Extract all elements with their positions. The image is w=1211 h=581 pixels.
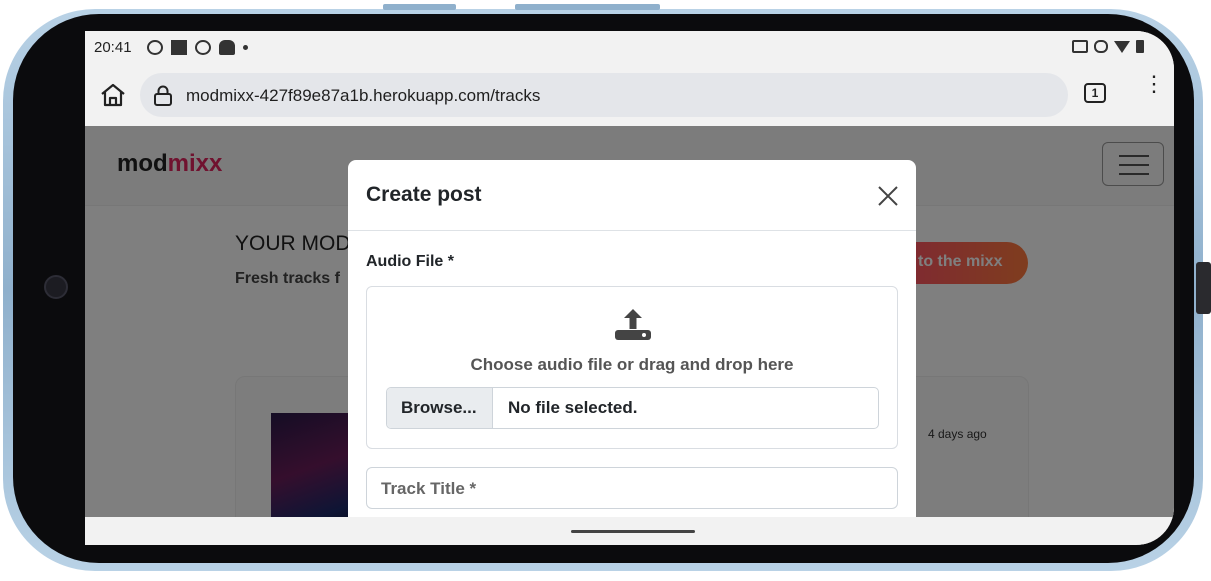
- notification-icon: [171, 40, 187, 55]
- audio-file-input[interactable]: Browse... No file selected.: [386, 387, 879, 429]
- cast-icon: [1072, 40, 1088, 53]
- battery-icon: [1136, 40, 1144, 53]
- audio-dropzone[interactable]: Choose audio file or drag and drop here …: [366, 286, 898, 449]
- create-post-modal: Create post Audio File * Choose audio fi…: [348, 160, 916, 545]
- side-button: [1196, 262, 1211, 314]
- modal-title: Create post: [366, 183, 482, 206]
- sync-icon: [195, 40, 211, 55]
- android-icon: [219, 40, 235, 55]
- volume-button: [383, 4, 456, 10]
- browser-toolbar: modmixx-427f89e87a1b.herokuapp.com/track…: [85, 64, 1174, 126]
- file-status-text: No file selected.: [508, 398, 638, 417]
- lock-icon[interactable]: [152, 84, 174, 106]
- home-icon[interactable]: [99, 82, 127, 108]
- home-gesture-bar[interactable]: [571, 530, 695, 533]
- power-button: [515, 4, 660, 10]
- system-icons: [1072, 40, 1144, 53]
- camera-lens: [44, 275, 68, 299]
- dropzone-text: Choose audio file or drag and drop here: [470, 355, 794, 374]
- address-bar[interactable]: modmixx-427f89e87a1b.herokuapp.com/track…: [140, 73, 1068, 117]
- more-icon[interactable]: ⋮: [1143, 73, 1165, 108]
- browse-button[interactable]: Browse...: [387, 388, 493, 428]
- status-bar: 20:41: [85, 31, 1174, 64]
- url-text[interactable]: modmixx-427f89e87a1b.herokuapp.com/track…: [186, 86, 540, 106]
- wifi-icon: [1114, 40, 1130, 53]
- system-nav-bar: [85, 517, 1174, 545]
- status-time: 20:41: [94, 39, 132, 56]
- track-title-input[interactable]: Track Title *: [366, 467, 898, 509]
- modal-header: Create post: [348, 160, 916, 231]
- more-notifications-icon: [243, 45, 248, 50]
- upload-icon: [615, 309, 651, 340]
- tabs-icon[interactable]: 1: [1084, 83, 1106, 103]
- audio-file-label: Audio File *: [366, 253, 454, 270]
- close-icon[interactable]: [877, 185, 899, 207]
- phone-screen: 20:41 modmixx-427f89e87a1b.herokuapp.com…: [85, 31, 1174, 545]
- notification-icons: [147, 40, 248, 55]
- notification-icon: [147, 40, 163, 55]
- vpn-key-icon: [1094, 40, 1108, 53]
